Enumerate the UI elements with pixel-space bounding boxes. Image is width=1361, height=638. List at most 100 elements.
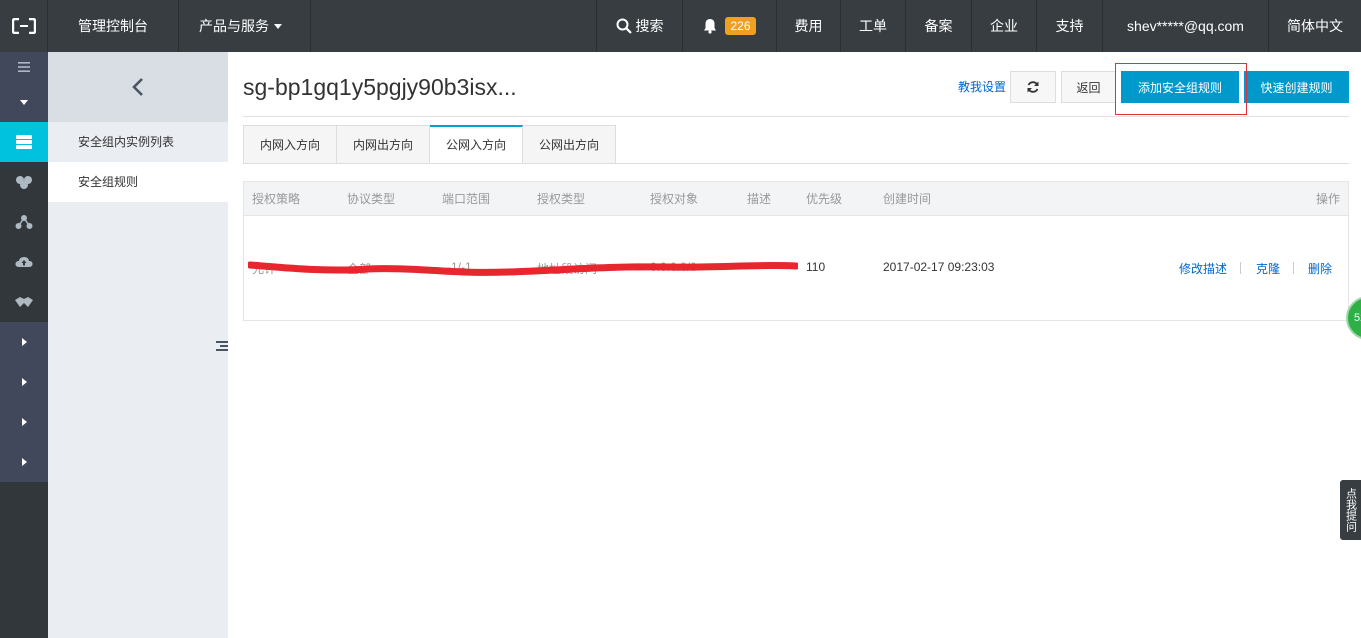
products-label: 产品与服务 xyxy=(199,18,269,34)
sidebar-item-security[interactable] xyxy=(0,282,48,322)
clone-rule-link[interactable]: 克隆 xyxy=(1256,260,1280,277)
cell-protocol: 全部 xyxy=(347,262,372,276)
column-header-policy: 授权策略 xyxy=(252,192,301,206)
delete-rule-link[interactable]: 删除 xyxy=(1308,260,1332,277)
language-switcher[interactable]: 简体中文 xyxy=(1268,0,1361,52)
user-account-menu[interactable]: shev*****@qq.com xyxy=(1102,0,1268,52)
console-link[interactable]: 管理控制台 xyxy=(48,0,179,52)
sidebar-item-network[interactable] xyxy=(0,202,48,242)
cell-port: -1/-1 xyxy=(447,260,472,274)
notification-count-badge: 226 xyxy=(725,17,756,35)
tickets-label: 工单 xyxy=(859,18,887,34)
column-header-description: 描述 xyxy=(747,192,772,206)
search-button[interactable]: 搜索 xyxy=(596,0,682,52)
chat-badge: 52 xyxy=(1354,312,1361,324)
page-title: sg-bp1gq1y5pgjy90b3isx... xyxy=(243,74,517,100)
enterprise-label: 企业 xyxy=(990,18,1018,34)
aliyun-logo-icon xyxy=(11,18,36,34)
cell-created: 2017-02-17 09:23:03 xyxy=(883,260,995,274)
cell-policy: 允许 xyxy=(252,262,277,276)
database-cluster-icon xyxy=(16,176,32,189)
language-label: 简体中文 xyxy=(1287,18,1343,34)
support-link[interactable]: 支持 xyxy=(1036,0,1102,52)
sidebar-item-database[interactable] xyxy=(0,162,48,202)
sidebar-item-storage[interactable] xyxy=(0,242,48,282)
highlight-box xyxy=(1115,63,1247,115)
sidebar-expand-1[interactable] xyxy=(0,322,48,362)
rules-table: 授权策略 协议类型 端口范围 授权类型 授权对象 描述 优先级 创建时间 操作 … xyxy=(243,181,1349,321)
subnav-item-rules[interactable]: 安全组规则 xyxy=(48,162,228,202)
search-icon xyxy=(616,18,632,34)
tab-internet-outbound[interactable]: 公网出方向 xyxy=(523,125,617,164)
quick-create-rule-button[interactable]: 快速创建规则 xyxy=(1244,71,1349,103)
header-divider xyxy=(243,116,1349,117)
top-navbar: 管理控制台 产品与服务 搜索 226 费用 工单 备案 企业 支持 shev**… xyxy=(0,0,1361,52)
subnav-collapse-handle[interactable] xyxy=(212,322,228,370)
network-topology-icon xyxy=(15,215,33,229)
refresh-icon xyxy=(1027,81,1039,93)
enterprise-link[interactable]: 企业 xyxy=(971,0,1036,52)
chevron-right-icon xyxy=(21,458,27,466)
chevron-right-icon xyxy=(21,338,27,346)
column-header-priority: 优先级 xyxy=(806,192,843,206)
sidebar-expand-4[interactable] xyxy=(0,442,48,482)
product-icon-sidebar xyxy=(0,52,48,638)
bell-icon xyxy=(704,19,717,34)
table-row: 允许 全部 -1/-1 地址段访问 0.0.0.0/0 110 2017-02-… xyxy=(244,216,1348,320)
column-header-actions: 操作 xyxy=(1315,192,1340,206)
action-divider xyxy=(1293,262,1294,274)
help-setup-link[interactable]: 教我设置 xyxy=(958,78,1006,95)
column-header-port: 端口范围 xyxy=(442,192,491,206)
subnav-item-instances[interactable]: 安全组内实例列表 xyxy=(48,122,228,162)
aliyun-logo[interactable] xyxy=(0,0,48,52)
column-header-created: 创建时间 xyxy=(883,192,932,206)
tickets-link[interactable]: 工单 xyxy=(840,0,905,52)
icp-label: 备案 xyxy=(924,18,953,34)
cell-auth-object: 0.0.0.0/0 xyxy=(650,260,697,274)
column-header-protocol: 协议类型 xyxy=(347,192,396,206)
security-group-subnav: 安全组内实例列表 安全组规则 xyxy=(48,52,228,638)
icp-link[interactable]: 备案 xyxy=(905,0,971,52)
tab-intranet-outbound[interactable]: 内网出方向 xyxy=(337,125,431,164)
chevron-right-icon xyxy=(21,378,27,386)
back-to-list-button[interactable] xyxy=(48,52,228,122)
cloud-upload-icon xyxy=(15,257,33,267)
sidebar-collapse-toggle[interactable] xyxy=(0,82,48,122)
console-label: 管理控制台 xyxy=(78,18,148,34)
handshake-icon xyxy=(15,297,33,307)
sidebar-item-ecs[interactable] xyxy=(0,122,48,162)
tabs-divider xyxy=(243,163,1349,164)
redaction-scribble xyxy=(248,261,798,276)
fees-label: 费用 xyxy=(794,18,823,34)
notifications-button[interactable]: 226 xyxy=(682,0,776,52)
column-header-auth-object: 授权对象 xyxy=(650,192,699,206)
user-email: shev*****@qq.com xyxy=(1127,18,1244,34)
chevron-down-icon xyxy=(20,99,28,105)
feedback-button[interactable]: 点我提问 xyxy=(1340,480,1361,540)
back-button[interactable]: 返回 xyxy=(1061,71,1116,103)
products-menu[interactable]: 产品与服务 xyxy=(179,0,311,52)
cell-auth-type: 地址段访问 xyxy=(537,262,598,276)
support-label: 支持 xyxy=(1055,18,1084,34)
action-divider xyxy=(1240,262,1241,274)
sidebar-expand-3[interactable] xyxy=(0,402,48,442)
tab-internet-inbound[interactable]: 公网入方向 xyxy=(430,125,524,164)
tab-intranet-inbound[interactable]: 内网入方向 xyxy=(243,125,338,164)
caret-down-icon xyxy=(274,23,282,29)
table-header: 授权策略 协议类型 端口范围 授权类型 授权对象 描述 优先级 创建时间 操作 xyxy=(244,182,1348,216)
cell-priority: 110 xyxy=(806,260,826,274)
direction-tabs: 内网入方向 内网出方向 公网入方向 公网出方向 xyxy=(243,125,617,164)
chevron-left-icon xyxy=(132,78,143,96)
chevron-right-icon xyxy=(21,418,27,426)
hamburger-icon xyxy=(18,62,30,72)
server-icon xyxy=(16,135,32,149)
refresh-button[interactable] xyxy=(1010,71,1056,103)
sidebar-menu-toggle[interactable] xyxy=(0,52,48,82)
sidebar-expand-2[interactable] xyxy=(0,362,48,402)
edit-description-link[interactable]: 修改描述 xyxy=(1179,260,1227,277)
search-label: 搜索 xyxy=(635,18,664,34)
column-header-auth-type: 授权类型 xyxy=(537,192,586,206)
fees-link[interactable]: 费用 xyxy=(776,0,840,52)
list-collapse-icon xyxy=(216,341,228,351)
main-content: sg-bp1gq1y5pgjy90b3isx... 教我设置 返回 添加安全组规… xyxy=(243,52,1349,638)
